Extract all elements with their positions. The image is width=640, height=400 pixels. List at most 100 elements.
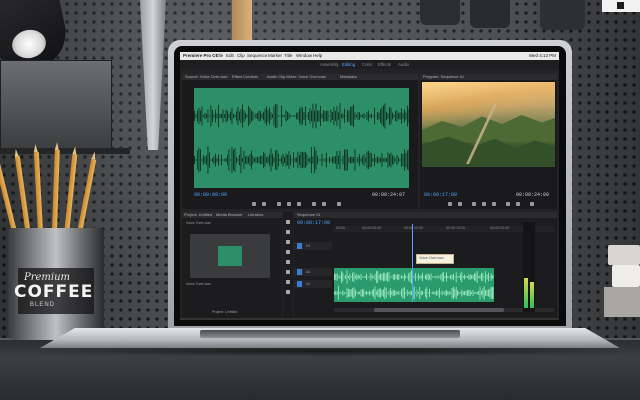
tab-effect-controls[interactable]: Effect Controls bbox=[232, 74, 258, 79]
project-clip-thumbnail[interactable] bbox=[190, 234, 270, 278]
tab-program[interactable]: Program: Sequence 01 bbox=[423, 74, 464, 79]
menu-title[interactable]: Title bbox=[284, 53, 292, 58]
menu-app[interactable]: Premiere Pro CC bbox=[183, 53, 219, 58]
step-forward-icon[interactable] bbox=[297, 202, 301, 206]
menu-window[interactable]: Window bbox=[296, 53, 312, 58]
waveform-bar bbox=[273, 106, 275, 126]
mark-out-icon[interactable] bbox=[458, 202, 462, 206]
overwrite-icon[interactable] bbox=[322, 202, 326, 206]
waveform-bar bbox=[324, 158, 326, 162]
track-select-tool-icon[interactable] bbox=[286, 230, 290, 234]
waveform-bar bbox=[267, 110, 269, 122]
mark-in-icon[interactable] bbox=[252, 202, 256, 206]
waveform-bar bbox=[453, 273, 454, 281]
waveform-bar bbox=[221, 154, 222, 166]
waveform-bar bbox=[446, 272, 447, 282]
waveform-bar bbox=[252, 111, 254, 121]
workspace-tab-audio[interactable]: Audio bbox=[398, 62, 409, 67]
waveform-bar bbox=[371, 290, 373, 296]
tab-source[interactable]: Source: Voice Over.wav bbox=[185, 74, 227, 79]
waveform-bar bbox=[215, 109, 216, 123]
waveform-bar bbox=[314, 110, 315, 122]
metal-box bbox=[0, 60, 112, 152]
waveform-bar bbox=[318, 159, 320, 161]
waveform-bar bbox=[224, 114, 225, 118]
timeline-ruler[interactable]: 00:00 00:00:05:00 00:00:10:00 00:00:15:0… bbox=[334, 226, 554, 232]
waveform-bar bbox=[312, 156, 314, 164]
type-tool-icon[interactable] bbox=[286, 290, 290, 294]
waveform-bar bbox=[401, 289, 402, 297]
waveform-bar bbox=[341, 292, 342, 294]
play-icon[interactable] bbox=[287, 202, 291, 206]
export-frame-icon[interactable] bbox=[337, 202, 341, 206]
play-icon[interactable] bbox=[482, 202, 486, 206]
waveform-bar bbox=[492, 275, 493, 279]
workspace-tab-effects[interactable]: Effects bbox=[378, 62, 391, 67]
waveform-bar bbox=[395, 275, 397, 279]
playhead[interactable] bbox=[412, 224, 413, 302]
tab-project[interactable]: Project: Untitled bbox=[184, 212, 212, 217]
insert-icon[interactable] bbox=[312, 202, 316, 206]
waveform-bar bbox=[263, 111, 264, 121]
step-back-icon[interactable] bbox=[277, 202, 281, 206]
audio-clip[interactable] bbox=[334, 268, 495, 302]
project-thumb-caption: Voice Over.wav bbox=[186, 282, 211, 286]
workspace-tab-assembly[interactable]: Assembly bbox=[320, 62, 339, 67]
track-header-a1[interactable]: A1 bbox=[294, 268, 332, 276]
workspace-tab-editing[interactable]: Editing bbox=[342, 62, 355, 67]
step-back-icon[interactable] bbox=[472, 202, 476, 206]
track-header-a2[interactable]: A2 bbox=[294, 280, 332, 288]
timeline-scroll-thumb[interactable] bbox=[374, 308, 504, 312]
waveform-bar bbox=[334, 273, 335, 281]
waveform-bar bbox=[478, 290, 479, 295]
waveform-bar bbox=[335, 155, 336, 165]
tab-libraries[interactable]: Libraries bbox=[248, 212, 263, 217]
waveform-bar bbox=[348, 157, 350, 163]
ripple-edit-tool-icon[interactable] bbox=[286, 240, 290, 244]
menu-marker[interactable]: Marker bbox=[268, 53, 282, 58]
extract-icon[interactable] bbox=[516, 202, 520, 206]
pen-tool-icon[interactable] bbox=[286, 270, 290, 274]
waveform-bar bbox=[385, 288, 387, 298]
menu-sequence[interactable]: Sequence bbox=[247, 53, 267, 58]
track-header-v1[interactable]: V1 bbox=[294, 242, 332, 250]
razor-tool-icon[interactable] bbox=[286, 250, 290, 254]
workspace-tab-color[interactable]: Color bbox=[362, 62, 372, 67]
waveform-bar bbox=[472, 290, 474, 296]
export-frame-icon[interactable] bbox=[530, 202, 534, 206]
waveform-bar bbox=[287, 154, 288, 166]
waveform-bar bbox=[351, 106, 353, 126]
hand-tool-icon[interactable] bbox=[286, 280, 290, 284]
lift-icon[interactable] bbox=[506, 202, 510, 206]
menu-clip[interactable]: Clip bbox=[237, 53, 245, 58]
project-panel: Project: Untitled Media Browser Librarie… bbox=[182, 212, 282, 318]
track-target-toggle[interactable] bbox=[297, 281, 302, 287]
waveform-bar bbox=[269, 154, 270, 166]
cup-word-text: COFFEE bbox=[14, 282, 94, 302]
step-forward-icon[interactable] bbox=[492, 202, 496, 206]
tab-media-browser[interactable]: Media Browser bbox=[216, 212, 243, 217]
waveform-bar bbox=[294, 115, 296, 117]
selection-tool-icon[interactable] bbox=[286, 220, 290, 224]
waveform-bar bbox=[422, 272, 423, 282]
screen-bottom-strip bbox=[180, 318, 559, 320]
menu-help[interactable]: Help bbox=[313, 53, 322, 58]
waveform-bar bbox=[237, 159, 239, 161]
waveform-bar bbox=[356, 159, 357, 161]
plant-pot bbox=[540, 0, 585, 30]
tab-audio-clip-mixer[interactable]: Audio Clip Mixer: Voice Over.wav bbox=[267, 74, 326, 79]
timeline-scrollbar[interactable] bbox=[334, 308, 554, 312]
waveform-bar bbox=[405, 275, 407, 279]
menu-file[interactable]: File bbox=[216, 53, 223, 58]
menu-edit[interactable]: Edit bbox=[226, 53, 234, 58]
tab-metadata[interactable]: Metadata bbox=[340, 74, 357, 79]
waveform-bar bbox=[475, 272, 477, 282]
track-target-toggle[interactable] bbox=[297, 269, 302, 275]
track-target-toggle[interactable] bbox=[297, 243, 302, 249]
mark-out-icon[interactable] bbox=[262, 202, 266, 206]
mark-in-icon[interactable] bbox=[448, 202, 452, 206]
waveform-bar bbox=[347, 110, 348, 122]
audio-waveform-display[interactable] bbox=[194, 88, 409, 188]
tab-sequence[interactable]: Sequence 01 bbox=[297, 212, 321, 217]
slip-tool-icon[interactable] bbox=[286, 260, 290, 264]
